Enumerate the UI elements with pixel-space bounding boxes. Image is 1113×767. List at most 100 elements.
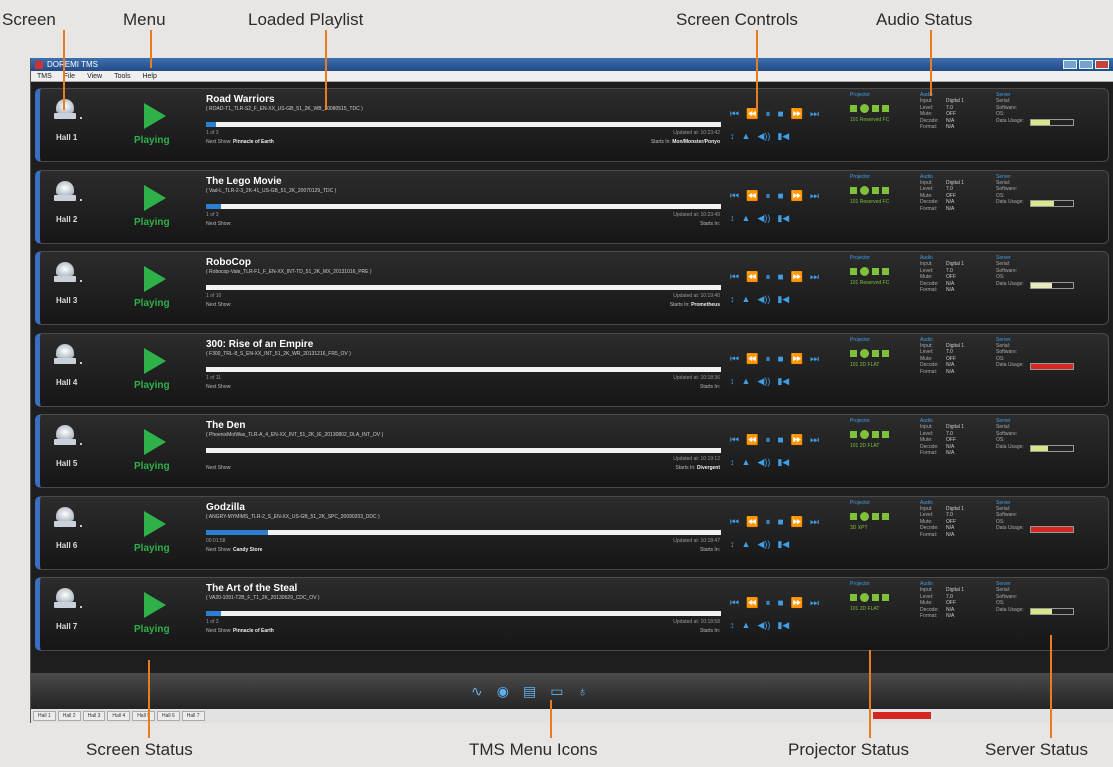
play-icon[interactable] (144, 184, 166, 211)
eject-icon[interactable]: ▲ (742, 376, 751, 387)
fast-forward-icon[interactable]: ⏩ (791, 517, 803, 528)
fast-forward-icon[interactable]: ⏩ (791, 272, 803, 283)
fast-forward-icon[interactable]: ⏩ (791, 109, 803, 120)
eject-icon[interactable]: ▲ (742, 457, 751, 468)
bulb-icon[interactable]: ♁ (577, 683, 588, 700)
pin-icon[interactable]: ↕ (730, 620, 735, 631)
pause-icon[interactable]: ⏸ (765, 109, 770, 120)
pause-icon[interactable]: ⏸ (765, 517, 770, 528)
clock-icon[interactable]: ◉ (497, 683, 509, 700)
skip-forward-icon[interactable]: ⏭ (810, 272, 819, 283)
volume-icon[interactable]: ◀)) (757, 376, 770, 387)
playback-progress[interactable] (206, 122, 721, 127)
screen-icon[interactable] (52, 423, 82, 449)
eject-icon[interactable]: ▲ (742, 539, 751, 550)
camera-icon[interactable]: ▮◀ (777, 457, 789, 468)
skip-back-icon[interactable]: ⏮ (730, 598, 739, 609)
menu-item-help[interactable]: Help (142, 73, 156, 80)
hall-panel[interactable]: Hall 1 Playing Road Warriors( ROAD-T1_TLR-… (35, 88, 1109, 162)
menu-item-view[interactable]: View (87, 73, 102, 80)
stop-icon[interactable]: ■ (777, 354, 783, 365)
minimize-button[interactable] (1063, 60, 1077, 69)
taskbar-hall-7[interactable]: Hall 7 (181, 711, 205, 721)
volume-icon[interactable]: ◀)) (757, 539, 770, 550)
playback-progress[interactable] (206, 285, 721, 290)
rewind-icon[interactable]: ⏪ (746, 517, 758, 528)
camera-icon[interactable]: ▮◀ (777, 376, 789, 387)
hall-panel[interactable]: Hall 2 Playing The Lego Movie( Vad-L_TLR-2… (35, 169, 1109, 244)
rewind-icon[interactable]: ⏪ (746, 354, 758, 365)
eject-icon[interactable]: ▲ (742, 213, 751, 224)
taskbar-hall-1[interactable]: Hall 1 (33, 711, 56, 721)
eject-icon[interactable]: ▲ (742, 620, 751, 631)
menu-item-tools[interactable]: Tools (114, 73, 130, 80)
volume-icon[interactable]: ◀)) (757, 131, 770, 142)
stop-icon[interactable]: ■ (777, 109, 783, 120)
stop-icon[interactable]: ■ (777, 191, 783, 202)
screen-icon[interactable] (52, 586, 82, 612)
pin-icon[interactable]: ↕ (730, 294, 735, 305)
screen-icon[interactable] (52, 342, 82, 368)
stop-icon[interactable]: ■ (777, 435, 783, 446)
volume-icon[interactable]: ◀)) (757, 294, 770, 305)
screen-icon[interactable]: ▭ (550, 683, 563, 700)
play-icon[interactable] (144, 510, 166, 537)
maximize-button[interactable] (1079, 60, 1093, 69)
rewind-icon[interactable]: ⏪ (746, 272, 758, 283)
skip-back-icon[interactable]: ⏮ (730, 109, 739, 120)
pin-icon[interactable]: ↕ (730, 539, 735, 550)
document-icon[interactable]: ▤ (523, 683, 536, 700)
play-icon[interactable] (144, 592, 166, 618)
playback-progress[interactable] (206, 366, 721, 372)
play-icon[interactable] (144, 266, 166, 292)
play-icon[interactable] (144, 347, 166, 374)
skip-forward-icon[interactable]: ⏭ (810, 109, 819, 120)
hall-panel[interactable]: Hall 6 Playing Godzilla( ANGRY-MYMIMS_TLR-… (35, 495, 1109, 570)
hall-panel[interactable]: Hall 7 Playing The Art of the Steal( VA20-… (35, 577, 1109, 651)
fast-forward-icon[interactable]: ⏩ (791, 354, 803, 365)
camera-icon[interactable]: ▮◀ (777, 539, 789, 550)
rewind-icon[interactable]: ⏪ (746, 435, 758, 446)
skip-back-icon[interactable]: ⏮ (730, 272, 739, 283)
pause-icon[interactable]: ⏸ (765, 272, 770, 283)
fast-forward-icon[interactable]: ⏩ (791, 598, 803, 609)
screen-icon[interactable] (52, 505, 82, 531)
taskbar-hall-3[interactable]: Hall 3 (82, 711, 106, 721)
pause-icon[interactable]: ⏸ (765, 354, 770, 365)
stop-icon[interactable]: ■ (777, 272, 783, 283)
taskbar-hall-6[interactable]: Hall 6 (156, 711, 180, 721)
pin-icon[interactable]: ↕ (730, 376, 735, 387)
skip-forward-icon[interactable]: ⏭ (810, 435, 819, 446)
screen-icon[interactable] (52, 260, 82, 286)
camera-icon[interactable]: ▮◀ (777, 131, 789, 142)
fast-forward-icon[interactable]: ⏩ (791, 435, 803, 446)
skip-back-icon[interactable]: ⏮ (730, 517, 739, 528)
eject-icon[interactable]: ▲ (742, 131, 751, 142)
skip-forward-icon[interactable]: ⏭ (810, 598, 819, 609)
stop-icon[interactable]: ■ (777, 598, 783, 609)
fast-forward-icon[interactable]: ⏩ (791, 191, 803, 202)
playback-progress[interactable] (206, 448, 721, 453)
taskbar-hall-5[interactable]: Hall 5 (132, 711, 155, 721)
screen-icon[interactable] (52, 179, 82, 205)
activity-icon[interactable]: ∿ (471, 683, 483, 700)
hall-panel[interactable]: Hall 3 Playing RoboCop( Robocop-Vale_TLR-F… (35, 251, 1109, 325)
play-icon[interactable] (144, 103, 166, 129)
taskbar-hall-2[interactable]: Hall 2 (57, 711, 81, 721)
pause-icon[interactable]: ⏸ (765, 191, 770, 202)
menu-item-file[interactable]: File (64, 73, 75, 80)
rewind-icon[interactable]: ⏪ (746, 191, 758, 202)
pause-icon[interactable]: ⏸ (765, 598, 770, 609)
menu-item-tms[interactable]: TMS (37, 73, 52, 80)
camera-icon[interactable]: ▮◀ (777, 620, 789, 631)
pin-icon[interactable]: ↕ (730, 131, 735, 142)
camera-icon[interactable]: ▮◀ (777, 213, 789, 224)
pin-icon[interactable]: ↕ (730, 213, 735, 224)
eject-icon[interactable]: ▲ (742, 294, 751, 305)
skip-forward-icon[interactable]: ⏭ (810, 517, 819, 528)
play-icon[interactable] (144, 429, 166, 455)
close-button[interactable] (1095, 60, 1109, 69)
playback-progress[interactable] (206, 611, 721, 616)
skip-back-icon[interactable]: ⏮ (730, 354, 739, 365)
hall-panel[interactable]: Hall 5 Playing The Den( PhoenixMotWas_TLR-… (35, 414, 1109, 488)
